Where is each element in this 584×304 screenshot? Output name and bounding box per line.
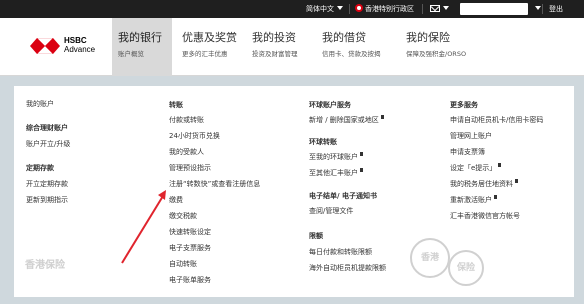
region-selector[interactable]: 香港特别行政区: [355, 0, 414, 18]
menu-link-quick-transfer[interactable]: 快速转账设定: [169, 227, 260, 237]
menu-link-reactivate[interactable]: 重新激活账户: [450, 195, 543, 205]
lock-icon: [360, 152, 363, 156]
menu-link-to-other-hsbc[interactable]: 至其他汇丰账户: [309, 168, 386, 178]
menu-link-payees[interactable]: 我的受款人: [169, 147, 260, 157]
menu-heading-estatements: 电子结单/ 电子通知书: [309, 192, 377, 200]
menu-link-tax-payment[interactable]: 缴交税款: [169, 211, 260, 221]
logo-brand: HSBC: [64, 36, 87, 45]
tab-my-banking[interactable]: 我的银行 账户概览: [112, 18, 172, 76]
link-label: 至我的环球账户: [309, 153, 358, 161]
tab-insurance[interactable]: 我的保险 保障及强积金/ORSO: [400, 18, 472, 76]
menu-column-accounts: 我的账户 综合理财账户 账户开立/升级 定期存款 开立定期存款 更新到期指示: [26, 86, 70, 205]
mega-menu-panel: 香港保险 香港 保险 我的账户 综合理财账户 账户开立/升级 定期存款 开立定期…: [14, 86, 574, 297]
menu-heading-global-accounts: 环球账户服务: [309, 101, 351, 109]
menu-link-pay-transfer[interactable]: 付款或转账: [169, 115, 260, 125]
menu-link-atm-pin[interactable]: 申请自动柜员机卡/信用卡密码: [450, 115, 543, 125]
tab-subtitle: 投资及财富管理: [252, 50, 298, 58]
utility-bar: 简体中文 香港特别行政区 登出: [0, 0, 584, 18]
menu-link-overseas-atm-limits[interactable]: 海外自动柜员机提款限额: [309, 263, 386, 273]
menu-column-transfers: 转账 付款或转账 24小时货币兑换 我的受款人 管理预设指示 注册“转数快”或查…: [169, 100, 260, 285]
lock-icon: [494, 195, 497, 199]
menu-link-bill-payment[interactable]: 缴费: [169, 195, 260, 205]
menu-link-daily-limits[interactable]: 每日付款和转账限额: [309, 247, 386, 257]
lock-icon: [380, 115, 384, 119]
menu-link-open-upgrade[interactable]: 账户开立/升级: [26, 139, 70, 149]
tab-title: 优惠及奖赏: [182, 31, 237, 44]
chevron-down-icon: [337, 6, 343, 10]
menu-link-my-accounts[interactable]: 我的账户: [26, 99, 70, 109]
link-label: 我的税务居住地资料: [450, 180, 513, 188]
menu-link-standing-instructions[interactable]: 管理预设指示: [169, 163, 260, 173]
menu-heading-more-services: 更多服务: [450, 101, 478, 109]
user-menu-caret[interactable]: [532, 0, 541, 18]
tab-title: 我的保险: [406, 31, 450, 44]
menu-heading-transfer: 转账: [169, 101, 183, 109]
lock-icon: [498, 163, 502, 167]
mail-icon: [430, 5, 440, 12]
menu-link-echeque[interactable]: 电子支票服务: [169, 243, 260, 253]
user-name-box[interactable]: [460, 3, 528, 15]
link-label: 至其他汇丰账户: [309, 169, 358, 177]
hk-flag-icon: [355, 4, 363, 12]
lock-icon: [515, 179, 518, 183]
tab-offers[interactable]: 优惠及奖赏 更多的汇丰优惠: [176, 18, 243, 76]
menu-link-open-time-deposit[interactable]: 开立定期存款: [26, 179, 70, 189]
menu-link-wechat[interactable]: 汇丰香港微信官方帐号: [450, 211, 543, 221]
tab-investments[interactable]: 我的投资 投资及财富管理: [246, 18, 304, 76]
tab-subtitle: 账户概览: [118, 50, 144, 58]
tab-subtitle: 信用卡、贷款及按揭: [322, 50, 381, 58]
menu-link-manage-documents[interactable]: 查阅/管理文件: [309, 206, 386, 216]
link-label: 设定「e提示」: [450, 164, 497, 172]
chevron-down-icon: [535, 6, 541, 10]
menu-link-add-remove-country[interactable]: 新增 / 删除国家或地区: [309, 115, 386, 125]
logout-link[interactable]: 登出: [549, 0, 563, 18]
menu-heading-integrated-account: 综合理财账户: [26, 124, 68, 132]
menu-link-ealerts[interactable]: 设定「e提示」: [450, 163, 543, 173]
logo-sub: Advance: [64, 45, 96, 54]
tab-title: 我的投资: [252, 31, 296, 44]
lock-icon: [360, 168, 363, 172]
menu-link-update-maturity[interactable]: 更新到期指示: [26, 195, 70, 205]
menu-link-to-my-global[interactable]: 至我的环球账户: [309, 152, 386, 162]
menu-link-tax-residency[interactable]: 我的税务居住地资料: [450, 179, 543, 189]
menu-link-fx[interactable]: 24小时货币兑换: [169, 131, 260, 141]
region-label: 香港特别行政区: [365, 5, 414, 13]
link-label: 新增 / 删除国家或地区: [309, 116, 379, 124]
menu-link-fps[interactable]: 注册“转数快”或查看注册信息: [169, 179, 260, 189]
watermark-seal: 香港: [410, 238, 450, 278]
language-selector[interactable]: 简体中文: [306, 0, 343, 18]
menu-heading-global-transfer: 环球转账: [309, 138, 337, 146]
divider: [349, 4, 350, 14]
tab-subtitle: 更多的汇丰优惠: [182, 50, 228, 58]
language-label: 简体中文: [306, 5, 334, 13]
divider: [542, 4, 543, 14]
divider: [422, 4, 423, 14]
menu-heading-time-deposit: 定期存款: [26, 164, 54, 172]
tab-borrowing[interactable]: 我的借贷 信用卡、贷款及按揭: [316, 18, 387, 76]
tab-subtitle: 保障及强积金/ORSO: [406, 50, 467, 58]
menu-link-manage-online-account[interactable]: 管理网上账户: [450, 131, 543, 141]
menu-link-auto-transfer[interactable]: 自动转账: [169, 259, 260, 269]
chevron-down-icon: [443, 6, 449, 10]
watermark-seal: 保险: [448, 250, 484, 286]
menu-column-more-services: 更多服务 申请自动柜员机卡/信用卡密码 管理网上账户 申请支票簿 设定「e提示」…: [450, 100, 543, 221]
tab-title: 我的借贷: [322, 31, 366, 44]
menu-column-global: 环球账户服务 新增 / 删除国家或地区 环球转账 至我的环球账户 至其他汇丰账户…: [309, 100, 386, 273]
menu-link-cheque-book[interactable]: 申请支票簿: [450, 147, 543, 157]
menu-heading-limits: 限额: [309, 232, 323, 240]
menu-link-ebill[interactable]: 电子账单服务: [169, 275, 260, 285]
hsbc-hexagon-icon: [30, 38, 60, 54]
watermark-text: 香港保险: [25, 260, 65, 271]
mailbox-button[interactable]: [430, 0, 449, 18]
link-label: 重新激活账户: [450, 196, 492, 204]
tab-title: 我的银行: [118, 31, 162, 44]
main-navigation: HSBC Advance 我的银行 账户概览 优惠及奖赏 更多的汇丰优惠 我的投…: [0, 18, 584, 76]
